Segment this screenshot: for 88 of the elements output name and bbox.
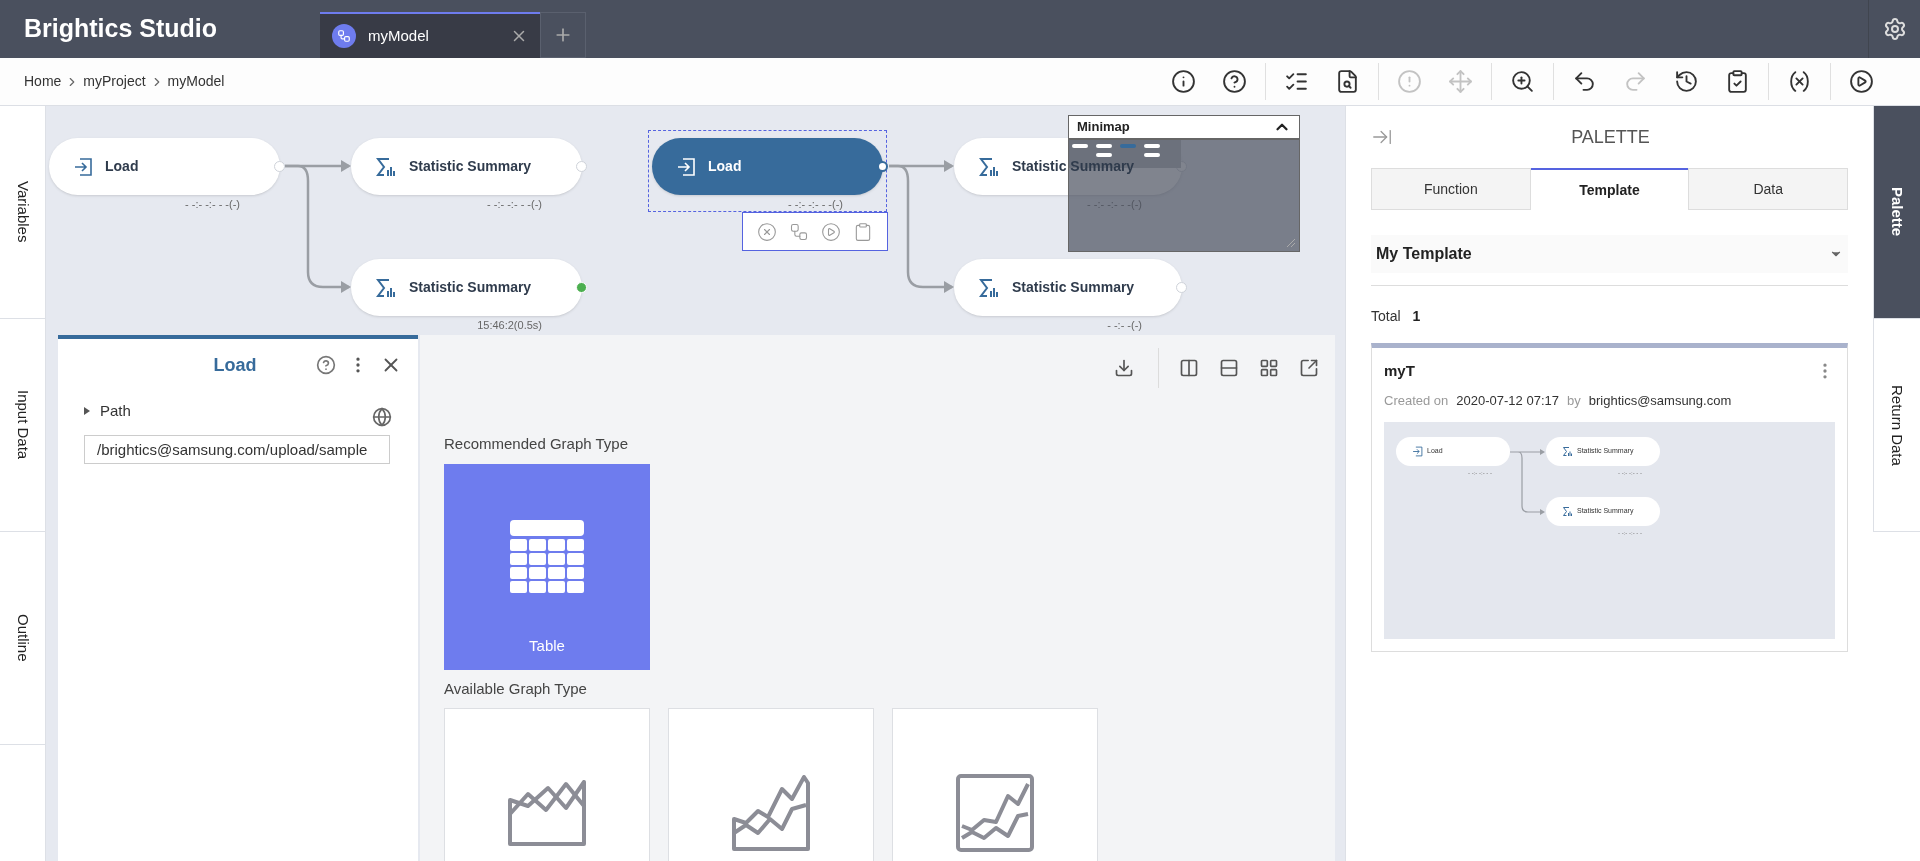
redo-icon — [1623, 69, 1648, 94]
by-label: by — [1567, 391, 1581, 410]
panel-title: Load — [212, 353, 258, 377]
document-search-icon — [1335, 69, 1360, 94]
line-chart-icon — [956, 774, 1034, 852]
breadcrumb-link[interactable]: myProject — [83, 71, 146, 92]
grid-layout-icon[interactable] — [1259, 358, 1279, 378]
add-tab-button[interactable] — [540, 12, 586, 58]
graph-type-tile[interactable] — [444, 708, 650, 861]
sigma-chart-icon — [375, 276, 397, 299]
globe-icon[interactable] — [372, 407, 392, 427]
section-title: Available Graph Type — [444, 678, 588, 699]
expand-caret-icon[interactable] — [84, 407, 92, 415]
history-icon — [1674, 69, 1699, 94]
download-icon[interactable] — [1114, 358, 1134, 378]
clipboard-icon — [1725, 69, 1750, 94]
settings-icon — [1882, 17, 1907, 41]
sigma-chart-icon — [978, 155, 1000, 178]
resize-grip-icon[interactable] — [1287, 239, 1295, 247]
undo-icon — [1572, 69, 1597, 94]
sigma-chart-icon — [1562, 506, 1573, 517]
load-icon — [1412, 446, 1423, 457]
info-icon — [1171, 69, 1196, 94]
model-icon — [332, 24, 356, 48]
zoom-in-icon — [1510, 69, 1535, 94]
load-icon — [676, 156, 696, 177]
node-label: Load — [708, 157, 742, 176]
workflow-node[interactable]: Load — [49, 138, 280, 195]
breadcrumb-link[interactable]: myModel — [167, 71, 225, 92]
side-tab[interactable]: Return Data — [1873, 319, 1920, 532]
palette-title: PALETTE — [1570, 125, 1651, 149]
node-time: - -:- -:- - -(-) — [486, 198, 542, 210]
category-dropdown[interactable]: My Template — [1371, 235, 1848, 273]
node-time: - -:- -:- - -(-) — [1086, 198, 1142, 210]
load-icon — [73, 156, 93, 177]
node-label: Load — [105, 157, 139, 176]
delete-icon[interactable] — [757, 221, 777, 242]
graph-type-tile[interactable] — [892, 708, 1098, 861]
edge-arrow — [1509, 449, 1545, 515]
alert-icon — [1397, 69, 1422, 94]
created-label: Created on — [1384, 391, 1449, 410]
template-name: myT — [1384, 361, 1415, 381]
node-time: - -:- -(-) — [1106, 319, 1142, 331]
section-tab[interactable]: Data — [1688, 168, 1848, 210]
sigma-chart-icon — [978, 276, 1000, 299]
node-label: Statistic Summary — [409, 157, 532, 176]
run-icon — [1849, 69, 1874, 94]
node-time: 15:46:2(0.5s) — [476, 319, 542, 331]
area-chart-icon — [508, 780, 586, 846]
path-field[interactable]: /brightics@samsung.com/upload/sample — [84, 435, 390, 464]
graph-type-tile[interactable] — [668, 708, 874, 861]
workflow-node[interactable]: Load — [652, 138, 883, 195]
columns-layout-icon[interactable] — [1179, 358, 1199, 378]
node-label: Statistic Summary — [409, 278, 532, 297]
breadcrumb-link[interactable]: Home — [24, 71, 62, 92]
run-icon[interactable] — [821, 221, 841, 242]
parameter-label: Path — [100, 400, 132, 421]
node-time: - -:- -:- - -(-) — [184, 198, 240, 210]
rows-layout-icon[interactable] — [1219, 358, 1239, 378]
external-link-icon[interactable] — [1299, 358, 1319, 378]
section-tab[interactable]: Function — [1371, 168, 1531, 210]
sigma-chart-icon — [1562, 446, 1573, 457]
side-tab[interactable]: Palette — [1873, 106, 1920, 319]
variable-icon — [1787, 69, 1812, 94]
workflow-node[interactable]: Statistic Summary — [351, 259, 582, 316]
tab-label: myModel — [368, 25, 430, 46]
workflow-node[interactable]: Statistic Summary — [351, 138, 582, 195]
help-icon[interactable] — [316, 355, 336, 375]
graph-type-tile[interactable]: Table — [444, 463, 650, 670]
workflow-node[interactable]: Statistic Summary — [954, 259, 1182, 316]
author-email: brightics@samsung.com — [1588, 391, 1732, 410]
connect-icon[interactable] — [789, 221, 809, 242]
section-title: Recommended Graph Type — [444, 434, 629, 454]
created-date: 2020-07-12 07:17 — [1456, 391, 1559, 410]
node-time: - -:- -:- - -(-) — [787, 198, 843, 210]
model-tab[interactable]: myModel — [320, 12, 540, 58]
node-label: Statistic Summary — [1012, 278, 1135, 297]
line-chart-icon — [732, 775, 810, 851]
move-icon — [1448, 69, 1473, 94]
app-logo: Brightics Studio — [24, 13, 219, 45]
total-count: 1 — [1412, 307, 1421, 326]
help-icon — [1222, 69, 1247, 94]
sigma-chart-icon — [375, 155, 397, 178]
total-label: Total — [1371, 307, 1401, 326]
clipboard-icon[interactable] — [853, 221, 873, 242]
node-label: Statistic Summary — [1012, 157, 1135, 176]
table-icon — [510, 520, 584, 595]
minimap-title: Minimap — [1077, 118, 1130, 137]
